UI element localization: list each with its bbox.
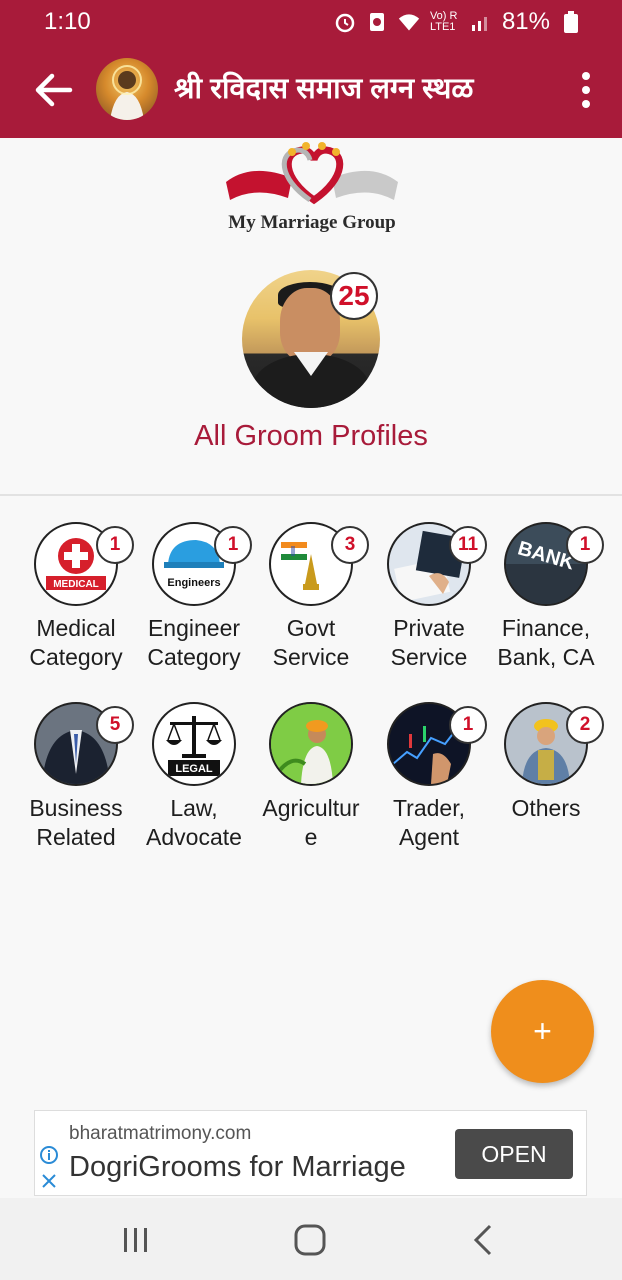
back-arrow-icon[interactable] bbox=[30, 66, 78, 114]
status-time: 1:10 bbox=[44, 8, 91, 35]
category-label: Others bbox=[511, 795, 581, 821]
category-label: Agent bbox=[398, 824, 460, 850]
home-icon[interactable] bbox=[290, 1220, 330, 1260]
category-label: Category bbox=[147, 644, 241, 670]
wifi-icon bbox=[398, 11, 420, 33]
add-button[interactable]: + bbox=[491, 980, 594, 1083]
category-label: Related bbox=[36, 824, 116, 850]
divider bbox=[0, 494, 622, 496]
battery-percent: 81% bbox=[501, 8, 550, 35]
data-saver-icon bbox=[366, 11, 388, 33]
ad-headline[interactable]: DogriGrooms for Marriage bbox=[69, 1151, 465, 1184]
category-count-badge: 1 bbox=[214, 526, 252, 564]
battery-icon bbox=[560, 11, 582, 33]
app-title: श्री रविदास समाज लग्न स्थळ bbox=[174, 73, 474, 105]
status-bar: 1:10 Vo) R LTE1 81% bbox=[0, 0, 622, 42]
category-label: Service bbox=[390, 644, 468, 670]
category-label: Business bbox=[29, 795, 123, 821]
category-label: Finance, bbox=[501, 615, 591, 641]
recent-apps-icon[interactable] bbox=[116, 1220, 156, 1260]
category-count-badge: 1 bbox=[449, 706, 487, 744]
category-label: Engineer bbox=[147, 615, 241, 641]
signal-icon bbox=[470, 11, 492, 33]
network-label: Vo) R LTE1 bbox=[429, 10, 458, 33]
alarm-icon bbox=[334, 11, 356, 33]
category-label: Medical bbox=[36, 615, 116, 641]
medical-icon-text: MEDICAL bbox=[53, 579, 99, 590]
hearts-logo-icon bbox=[226, 142, 398, 205]
ad-domain: bharatmatrimony.com bbox=[69, 1123, 252, 1144]
category-count-badge: 1 bbox=[96, 526, 134, 564]
info-icon[interactable] bbox=[39, 1145, 59, 1165]
category-label: Bank, CA bbox=[497, 644, 595, 670]
category-label: Agricultur bbox=[262, 795, 360, 821]
system-nav-bar bbox=[0, 1198, 622, 1280]
category-count-badge: 5 bbox=[96, 706, 134, 744]
category-label: Service bbox=[272, 644, 350, 670]
category-label: Law, bbox=[170, 795, 218, 821]
ad-banner[interactable]: bharatmatrimony.com DogriGrooms for Marr… bbox=[34, 1110, 587, 1196]
more-options-icon[interactable] bbox=[574, 70, 598, 110]
brand-logo: My Marriage Group bbox=[222, 142, 402, 242]
farmer-icon bbox=[269, 702, 353, 786]
app-bar: श्री रविदास समाज लग्न स्थळ bbox=[0, 42, 622, 138]
close-icon[interactable] bbox=[39, 1171, 59, 1191]
legal-icon-text: LEGAL bbox=[175, 763, 213, 775]
category-label: Govt bbox=[286, 615, 336, 641]
engineers-icon-text: Engineers bbox=[167, 577, 220, 589]
back-icon[interactable] bbox=[464, 1220, 504, 1260]
category-label: Private bbox=[393, 615, 465, 641]
groom-count-badge: 25 bbox=[330, 272, 378, 320]
scales-of-justice-icon: LEGAL bbox=[152, 702, 236, 786]
category-count-badge: 3 bbox=[331, 526, 369, 564]
category-label: Advocate bbox=[146, 824, 242, 850]
category-label: Trader, bbox=[392, 795, 465, 821]
category-count-badge: 11 bbox=[449, 526, 487, 564]
group-avatar[interactable] bbox=[96, 58, 158, 120]
category-count-badge: 2 bbox=[566, 706, 604, 744]
category-label: Category bbox=[29, 644, 123, 670]
category-count-badge: 1 bbox=[566, 526, 604, 564]
all-groom-profiles-link[interactable]: All Groom Profiles bbox=[0, 420, 622, 453]
brand-name: My Marriage Group bbox=[228, 212, 396, 233]
category-label: e bbox=[304, 824, 318, 850]
ad-open-button[interactable]: OPEN bbox=[455, 1129, 573, 1179]
